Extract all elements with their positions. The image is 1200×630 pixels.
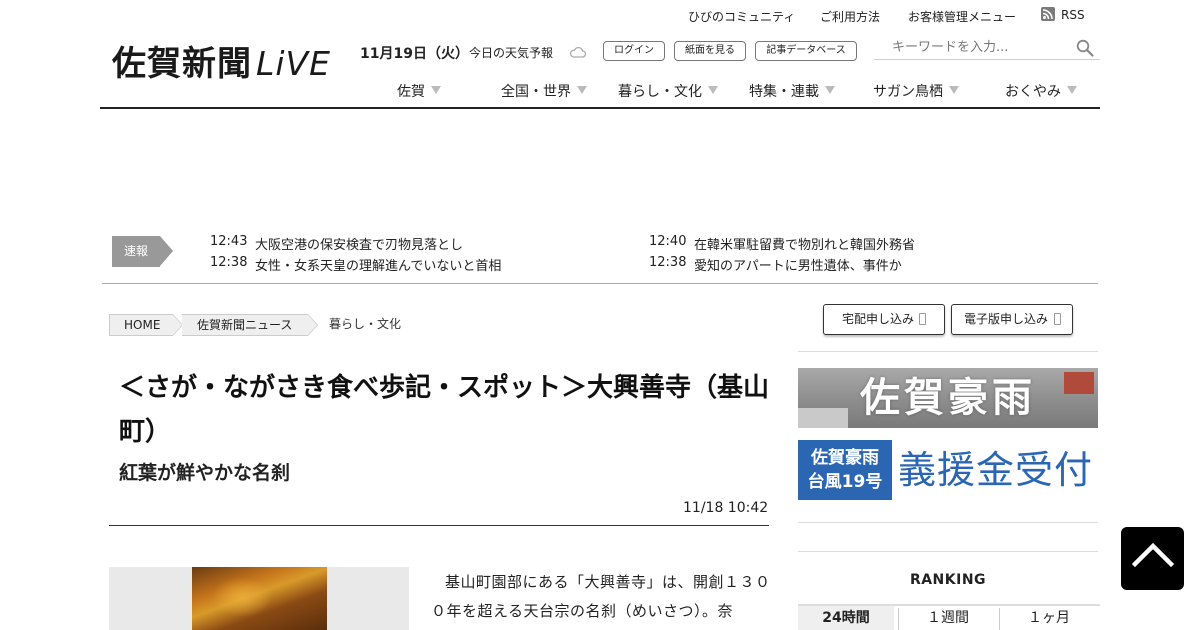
cloud-icon[interactable] bbox=[569, 44, 587, 63]
banner-vehicle bbox=[798, 408, 848, 428]
banner-title: 佐賀豪雨 bbox=[860, 374, 1036, 421]
chevron-down-icon bbox=[577, 86, 587, 94]
nav-national-world[interactable]: 全国・世界 bbox=[501, 81, 587, 101]
nav-saga[interactable]: 佐賀 bbox=[397, 81, 441, 101]
site-logo[interactable]: 佐賀新聞 LiVE bbox=[112, 44, 331, 84]
donation-banner-box: 佐賀豪雨 台風19号 bbox=[798, 440, 892, 500]
sidebar-divider bbox=[798, 522, 1098, 523]
community-link[interactable]: ひびのコミュニティ bbox=[688, 8, 795, 25]
chevron-down-icon bbox=[949, 86, 959, 94]
page-top-button[interactable] bbox=[1121, 527, 1184, 590]
home-delivery-button[interactable]: 宅配申し込み bbox=[823, 304, 945, 335]
banner-sign bbox=[1064, 372, 1094, 394]
donation-banner-text: 義援金受付 bbox=[898, 448, 1094, 492]
nav-label: サガン鳥栖 bbox=[873, 84, 943, 100]
article-subtitle: 紅葉が鮮やかな名刹 bbox=[119, 462, 291, 484]
login-button[interactable]: ログイン bbox=[603, 41, 665, 61]
ranking-tab-month[interactable]: １ヶ月 bbox=[1000, 606, 1098, 630]
sidebar-divider bbox=[798, 351, 1098, 352]
rss-link[interactable]: RSS bbox=[1061, 8, 1085, 22]
ranking-tab-24h[interactable]: 24時間 bbox=[798, 606, 894, 630]
article-database-button[interactable]: 記事データベース bbox=[755, 41, 857, 61]
article-photo[interactable] bbox=[192, 567, 327, 630]
digital-subscription-button[interactable]: 電子版申し込み bbox=[951, 304, 1073, 335]
nav-life-culture[interactable]: 暮らし・文化 bbox=[618, 81, 718, 101]
breaking-headline[interactable]: 女性・女系天皇の理解進んでいないと首相 bbox=[255, 255, 501, 274]
customer-menu-link[interactable]: お客様管理メニュー bbox=[908, 8, 1016, 25]
donation-banner[interactable]: 佐賀豪雨 台風19号 義援金受付 bbox=[798, 440, 1098, 500]
article-body: 基山町園部にある「大興善寺」は、開創１３００年を超える天台宗の名刹（めいさつ）。… bbox=[431, 573, 771, 620]
view-paper-button[interactable]: 紙面を見る bbox=[674, 41, 746, 61]
breadcrumb-home[interactable]: HOME bbox=[109, 314, 173, 336]
breaking-label-arrow bbox=[160, 236, 173, 266]
smartphone-icon bbox=[1054, 313, 1061, 325]
saga-heavy-rain-banner[interactable]: 佐賀豪雨 bbox=[798, 368, 1098, 428]
chevron-down-icon bbox=[1067, 86, 1077, 94]
digital-subscription-label: 電子版申し込み bbox=[964, 312, 1049, 326]
breaking-headline[interactable]: 在韓米軍駐留費で物別れと韓国外務省 bbox=[694, 234, 915, 253]
article-title: ＜さが・ながさき食べ歩記・スポット＞大興善寺（基山町） bbox=[119, 373, 770, 447]
breadcrumb-separator bbox=[308, 314, 318, 336]
chevron-down-icon bbox=[708, 86, 718, 94]
nav-features[interactable]: 特集・連載 bbox=[749, 81, 835, 101]
breadcrumb-news[interactable]: 佐賀新聞ニュース bbox=[182, 314, 308, 336]
nav-obituaries[interactable]: おくやみ bbox=[1005, 81, 1077, 101]
breaking-time: 12:43 bbox=[210, 234, 248, 249]
breaking-time: 12:38 bbox=[649, 255, 687, 270]
ranking-title: RANKING bbox=[909, 572, 987, 588]
article-datetime: 11/18 10:42 bbox=[683, 500, 769, 516]
usage-link[interactable]: ご利用方法 bbox=[820, 8, 880, 25]
rss-icon[interactable] bbox=[1041, 7, 1055, 21]
article-divider bbox=[109, 525, 769, 526]
header-divider bbox=[100, 107, 1100, 109]
nav-label: 暮らし・文化 bbox=[618, 84, 702, 100]
search-box bbox=[874, 36, 1100, 60]
breaking-label: 速報 bbox=[112, 236, 160, 267]
nav-label: 佐賀 bbox=[397, 84, 425, 100]
breadcrumb-current: 暮らし・文化 bbox=[329, 317, 402, 331]
search-icon[interactable] bbox=[1076, 39, 1094, 61]
newspaper-icon bbox=[919, 313, 926, 325]
search-input[interactable] bbox=[874, 36, 1064, 59]
breaking-time: 12:40 bbox=[649, 234, 687, 249]
today-date: 11月19日（火） bbox=[360, 46, 469, 62]
chevron-down-icon bbox=[431, 86, 441, 94]
weather-link[interactable]: 今日の天気予報 bbox=[469, 44, 553, 61]
breaking-time: 12:38 bbox=[210, 255, 248, 270]
ranking-tab-week[interactable]: １週間 bbox=[899, 606, 997, 630]
breaking-divider bbox=[102, 283, 1098, 284]
home-delivery-label: 宅配申し込み bbox=[842, 312, 915, 326]
logo-name: 佐賀新聞 bbox=[112, 44, 252, 84]
nav-label: 特集・連載 bbox=[749, 84, 819, 100]
logo-live: LiVE bbox=[256, 44, 331, 83]
chevron-down-icon bbox=[825, 86, 835, 94]
nav-label: 全国・世界 bbox=[501, 84, 571, 100]
chevron-up-icon bbox=[1131, 539, 1175, 573]
donation-banner-line: 台風19号 bbox=[807, 472, 883, 492]
nav-label: おくやみ bbox=[1005, 84, 1061, 100]
sidebar-divider bbox=[798, 551, 1098, 552]
breaking-headline[interactable]: 大阪空港の保安検査で刃物見落とし bbox=[255, 234, 463, 253]
donation-banner-line: 佐賀豪雨 bbox=[811, 448, 879, 468]
nav-sagan-tosu[interactable]: サガン鳥栖 bbox=[873, 81, 959, 101]
breaking-headline[interactable]: 愛知のアパートに男性遺体、事件か bbox=[694, 255, 902, 274]
